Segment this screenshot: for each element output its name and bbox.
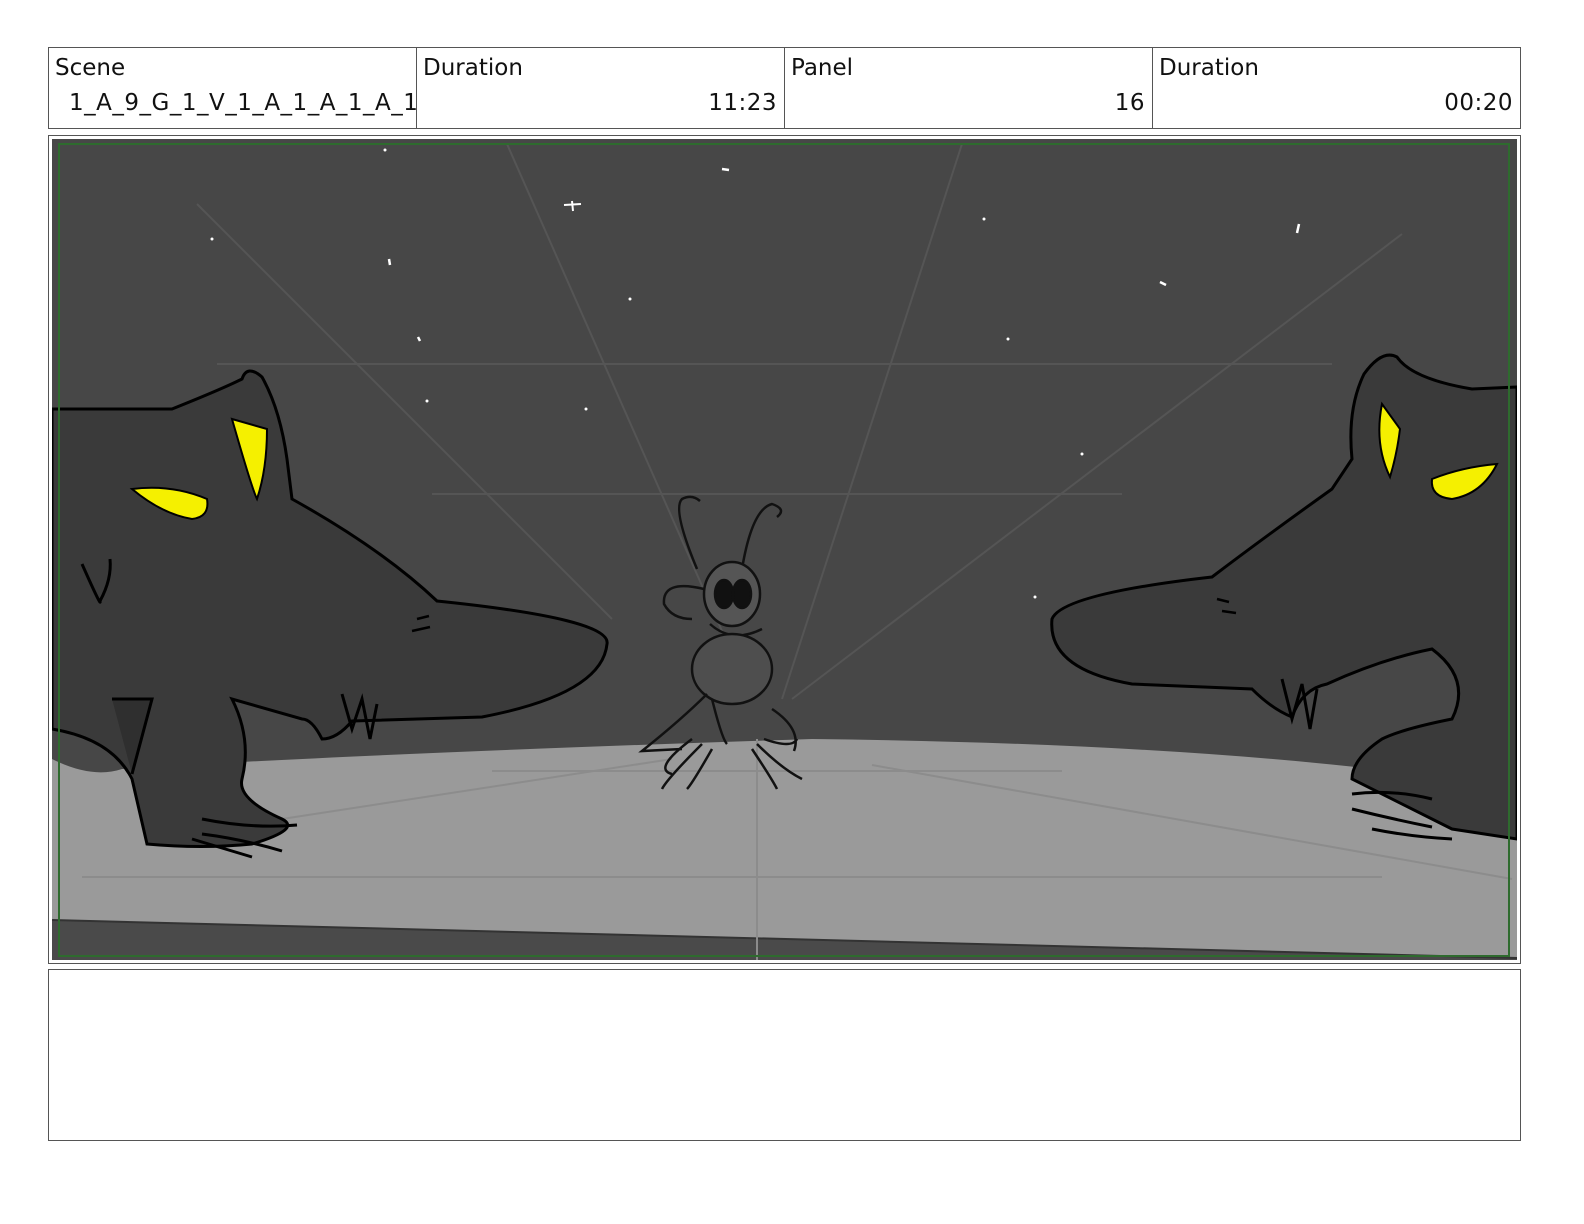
scene-value: 1_A_9_G_1_V_1_A_1_A_1_A_1 — [69, 90, 419, 116]
storyboard-header: Scene 1_A_9_G_1_V_1_A_1_A_1_A_1 Duration… — [48, 47, 1521, 129]
panel-drawing — [52, 139, 1517, 960]
panel-cell: Panel 16 — [785, 48, 1153, 128]
panel-notes — [48, 969, 1521, 1141]
scene-duration-cell: Duration 11:23 — [417, 48, 785, 128]
panel-frame — [48, 135, 1521, 964]
panel-label: Panel — [791, 55, 854, 81]
scene-duration-value: 11:23 — [708, 90, 777, 116]
panel-duration-label: Duration — [1159, 55, 1259, 81]
panel-duration-value: 00:20 — [1444, 90, 1513, 116]
panel-value: 16 — [1114, 90, 1145, 116]
scene-duration-label: Duration — [423, 55, 523, 81]
scene-label: Scene — [55, 55, 126, 81]
scene-cell: Scene 1_A_9_G_1_V_1_A_1_A_1_A_1 — [49, 48, 419, 128]
panel-duration-cell: Duration 00:20 — [1153, 48, 1520, 128]
